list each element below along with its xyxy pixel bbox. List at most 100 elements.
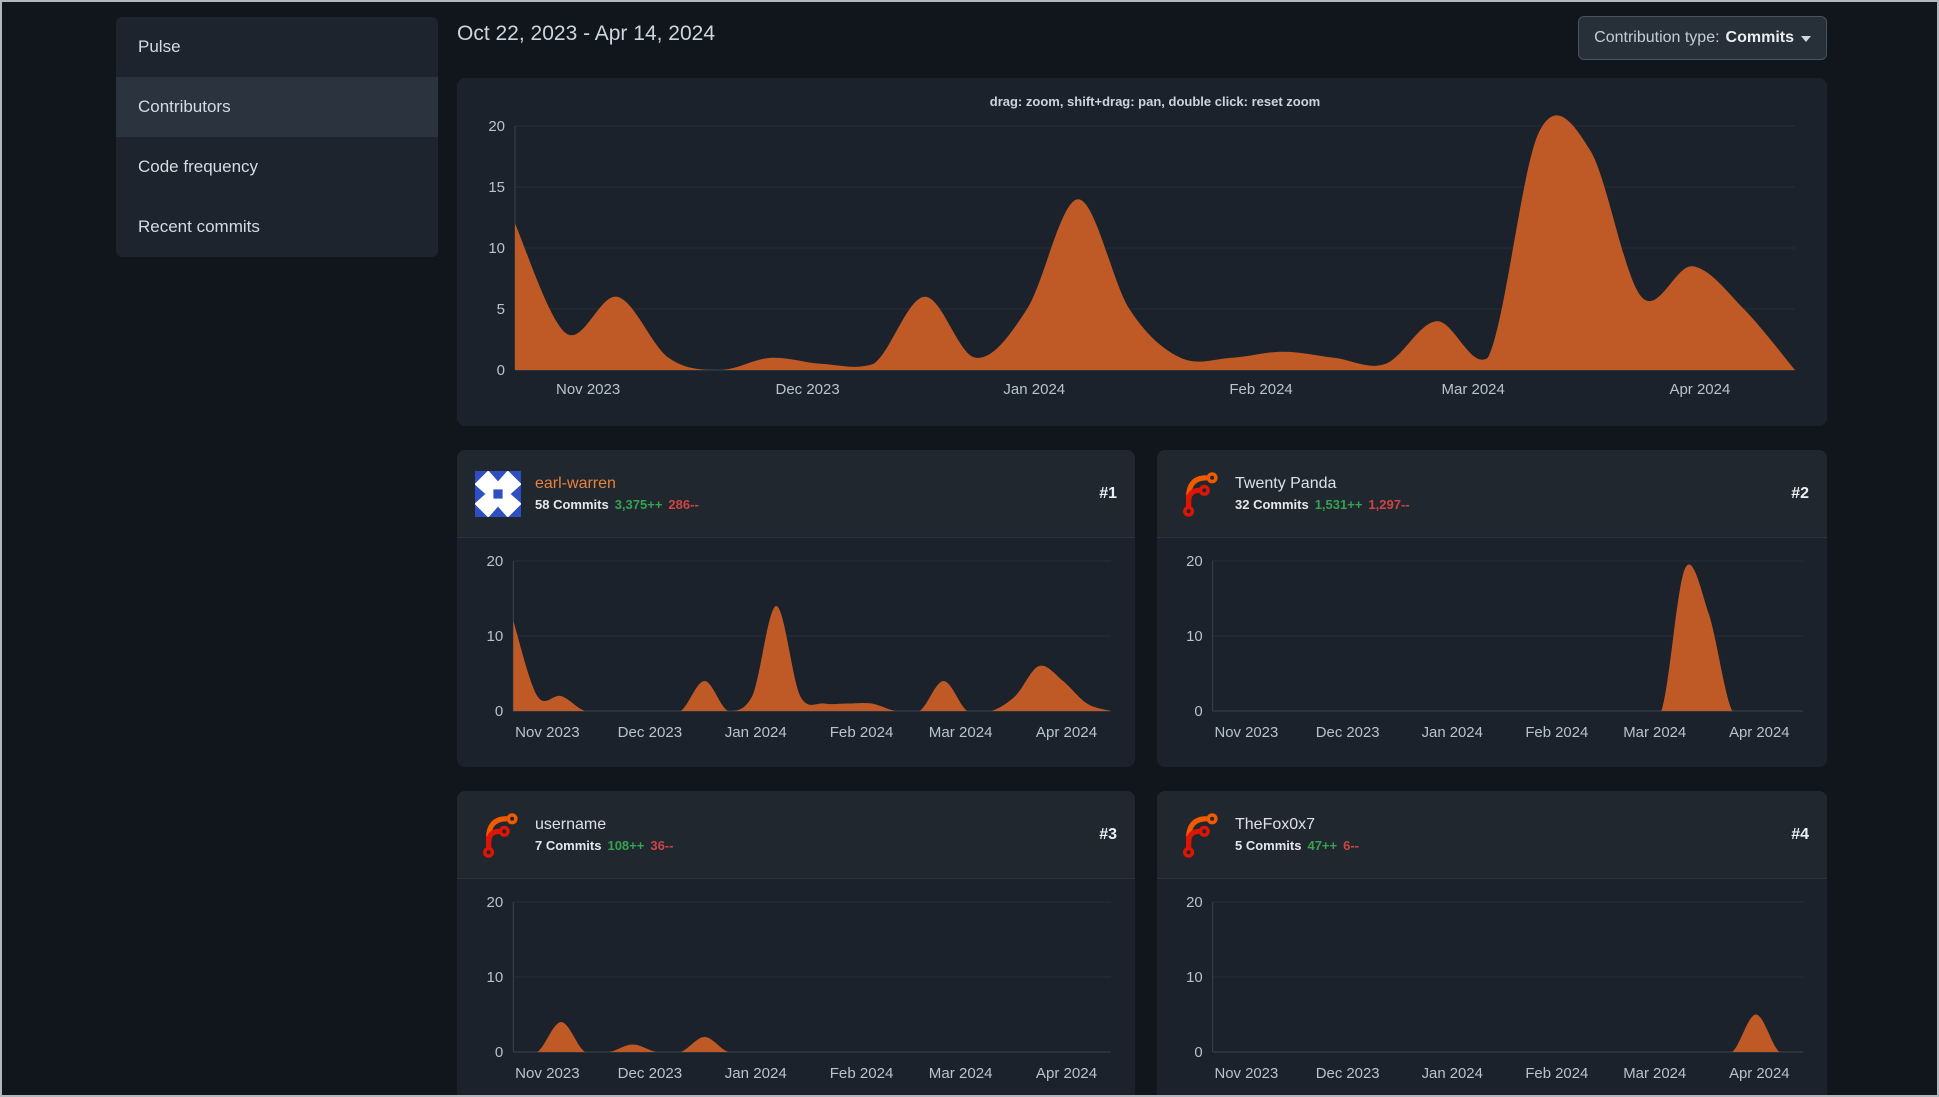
forgejo-logo-avatar[interactable]: [1175, 471, 1221, 517]
commit-count: 32 Commits: [1235, 497, 1309, 512]
sidebar-menu: Pulse Contributors Code frequency Recent co…: [116, 17, 438, 257]
main-content: Oct 22, 2023 - Apr 14, 2024 Contribution…: [457, 16, 1827, 1097]
deletions-count: 36--: [650, 838, 674, 853]
contributor-area-chart[interactable]: 0 10 20 Nov 2023 Dec 2023 Jan 2024 Feb 2024 Mar…: [457, 538, 1135, 767]
contributor-stats: 32 Commits 1,531++ 1,297--: [1235, 497, 1777, 512]
additions-count: 108++: [607, 838, 645, 853]
svg-text:Dec 2023: Dec 2023: [1316, 724, 1380, 741]
svg-text:Nov 2023: Nov 2023: [556, 381, 620, 398]
contributor-card-header: TheFox0x7 5 Commits 47++ 6-- #4: [1157, 791, 1827, 879]
contributor-name-link[interactable]: username: [535, 816, 606, 834]
contributor-rank-badge: #1: [1099, 484, 1117, 502]
contributor-name-link[interactable]: earl-warren: [535, 475, 616, 493]
svg-text:15: 15: [488, 179, 505, 196]
svg-text:Nov 2023: Nov 2023: [515, 1065, 580, 1082]
commit-count: 58 Commits: [535, 497, 609, 512]
contributor-card-earl-warren: earl-warren 58 Commits 3,375++ 286-- #1 0 10 20…: [457, 450, 1135, 767]
contributors-page: Pulse Contributors Code frequency Recent co…: [0, 0, 1939, 1097]
svg-text:Jan 2024: Jan 2024: [1422, 724, 1483, 741]
contributor-area-chart[interactable]: 0 10 20 Nov 2023 Dec 2023 Jan 2024 Feb 2024 Mar…: [1157, 538, 1827, 767]
svg-text:10: 10: [1186, 969, 1203, 986]
contributor-area-chart[interactable]: 0 10 20 Nov 2023 Dec 2023 Jan 2024 Feb 2024 Mar…: [1157, 879, 1827, 1097]
svg-text:0: 0: [1194, 1044, 1202, 1061]
svg-text:Jan 2024: Jan 2024: [1003, 381, 1065, 398]
svg-text:Jan 2024: Jan 2024: [725, 1065, 787, 1082]
svg-text:20: 20: [1186, 894, 1203, 911]
svg-text:Dec 2023: Dec 2023: [1316, 1065, 1380, 1082]
contributor-area-chart[interactable]: 0 10 20 Nov 2023 Dec 2023 Jan 2024 Feb 2024 Mar…: [457, 879, 1135, 1097]
svg-text:0: 0: [1194, 703, 1202, 720]
svg-text:Dec 2023: Dec 2023: [618, 724, 683, 741]
svg-text:Mar 2024: Mar 2024: [929, 1065, 993, 1082]
contributor-rank-badge: #4: [1791, 825, 1809, 843]
contributor-info: username 7 Commits 108++ 36--: [535, 816, 1085, 853]
svg-text:5: 5: [497, 301, 505, 318]
svg-text:Nov 2023: Nov 2023: [1214, 1065, 1278, 1082]
svg-text:10: 10: [1186, 628, 1203, 645]
sidebar-item-contributors[interactable]: Contributors: [116, 77, 438, 137]
svg-text:Mar 2024: Mar 2024: [1442, 381, 1505, 398]
contributor-card-header: Twenty Panda 32 Commits 1,531++ 1,297-- #2: [1157, 450, 1827, 538]
svg-text:Dec 2023: Dec 2023: [775, 381, 839, 398]
svg-text:20: 20: [486, 894, 503, 911]
contribution-type-dropdown[interactable]: Contribution type: Commits: [1578, 16, 1827, 60]
svg-text:Feb 2024: Feb 2024: [1525, 1065, 1588, 1082]
total-commits-area-chart[interactable]: 0 5 10 15 20 Nov 2023 Dec 2023 Jan 2024 Feb 2024…: [457, 78, 1827, 426]
svg-text:Mar 2024: Mar 2024: [1623, 1065, 1686, 1082]
svg-text:10: 10: [486, 969, 503, 986]
svg-text:Dec 2023: Dec 2023: [618, 1065, 683, 1082]
sidebar-item-label: Contributors: [138, 97, 231, 116]
svg-text:Apr 2024: Apr 2024: [1669, 381, 1730, 398]
sidebar-item-label: Code frequency: [138, 157, 259, 176]
identicon-avatar[interactable]: [475, 470, 521, 517]
forgejo-logo-avatar[interactable]: [1175, 812, 1221, 858]
svg-text:20: 20: [488, 118, 505, 135]
additions-count: 47++: [1307, 838, 1338, 853]
sidebar-item-pulse[interactable]: Pulse: [116, 17, 438, 77]
contributor-stats: 5 Commits 47++ 6--: [1235, 838, 1777, 853]
svg-text:Feb 2024: Feb 2024: [1525, 724, 1588, 741]
contributor-stats: 58 Commits 3,375++ 286--: [535, 497, 1085, 512]
commit-count: 5 Commits: [1235, 838, 1302, 853]
contributor-info: TheFox0x7 5 Commits 47++ 6--: [1235, 816, 1777, 853]
date-range-title: Oct 22, 2023 - Apr 14, 2024: [457, 22, 716, 45]
contributor-info: Twenty Panda 32 Commits 1,531++ 1,297--: [1235, 475, 1777, 512]
sidebar-item-code-frequency[interactable]: Code frequency: [116, 137, 438, 197]
sidebar-item-label: Pulse: [138, 37, 181, 56]
chevron-down-icon: [1801, 36, 1811, 42]
sidebar-item-recent-commits[interactable]: Recent commits: [116, 197, 438, 257]
svg-text:Mar 2024: Mar 2024: [1623, 724, 1686, 741]
additions-count: 3,375++: [614, 497, 663, 512]
total-commits-chart-card: drag: zoom, shift+drag: pan, double clic…: [457, 78, 1827, 426]
contributor-name-link[interactable]: Twenty Panda: [1235, 475, 1336, 493]
svg-text:Apr 2024: Apr 2024: [1729, 1065, 1789, 1082]
contributor-card-header: earl-warren 58 Commits 3,375++ 286-- #1: [457, 450, 1135, 538]
svg-text:10: 10: [486, 628, 503, 645]
chart-zoom-hint: drag: zoom, shift+drag: pan, double clic…: [989, 94, 1321, 109]
commit-count: 7 Commits: [535, 838, 602, 853]
svg-text:Nov 2023: Nov 2023: [1214, 724, 1278, 741]
svg-text:Apr 2024: Apr 2024: [1729, 724, 1789, 741]
forgejo-logo-avatar[interactable]: [475, 812, 521, 858]
contributor-cards-grid: earl-warren 58 Commits 3,375++ 286-- #1 0 10 20…: [457, 450, 1827, 1097]
svg-text:0: 0: [495, 703, 503, 720]
contributor-info: earl-warren 58 Commits 3,375++ 286--: [535, 475, 1085, 512]
svg-text:Apr 2024: Apr 2024: [1036, 724, 1097, 741]
contributor-card-header: username 7 Commits 108++ 36-- #3: [457, 791, 1135, 879]
svg-text:Feb 2024: Feb 2024: [830, 724, 894, 741]
contributor-rank-badge: #3: [1099, 825, 1117, 843]
svg-text:Jan 2024: Jan 2024: [1422, 1065, 1483, 1082]
contributor-stats: 7 Commits 108++ 36--: [535, 838, 1085, 853]
svg-text:20: 20: [486, 553, 503, 570]
contributor-card-twenty-panda: Twenty Panda 32 Commits 1,531++ 1,297-- #2 0 1…: [1157, 450, 1827, 767]
additions-count: 1,531++: [1314, 497, 1363, 512]
dropdown-selected-value: Commits: [1725, 29, 1794, 46]
svg-text:Nov 2023: Nov 2023: [515, 724, 580, 741]
dropdown-label: Contribution type:: [1594, 29, 1720, 46]
svg-text:Apr 2024: Apr 2024: [1036, 1065, 1097, 1082]
deletions-count: 286--: [668, 497, 699, 512]
contributor-name-link[interactable]: TheFox0x7: [1235, 816, 1315, 834]
svg-text:20: 20: [1186, 553, 1203, 570]
svg-text:0: 0: [495, 1044, 503, 1061]
svg-text:Jan 2024: Jan 2024: [725, 724, 787, 741]
